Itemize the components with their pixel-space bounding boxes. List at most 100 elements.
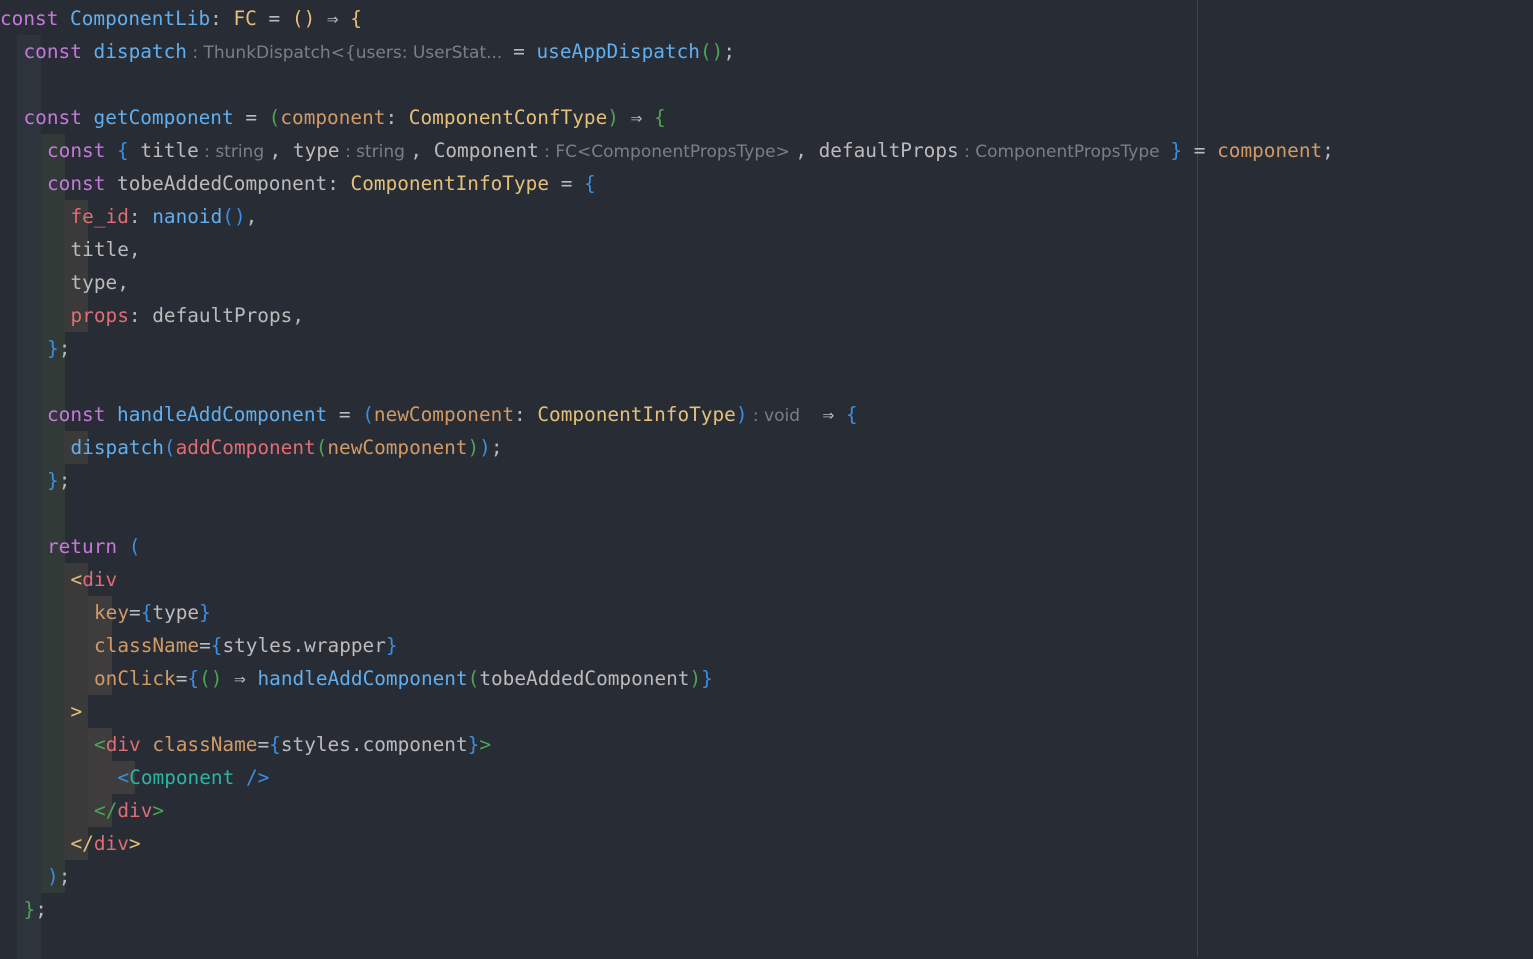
code-token: const xyxy=(47,172,118,195)
code-token: } xyxy=(701,667,713,690)
code-text: return ( xyxy=(47,530,140,563)
indent-guide xyxy=(17,530,41,563)
code-token: props xyxy=(70,304,129,327)
code-line[interactable] xyxy=(0,365,1533,398)
code-token: handleAddComponent xyxy=(117,403,328,426)
code-line[interactable] xyxy=(0,497,1533,530)
code-text: props: defaultProps, xyxy=(71,299,305,332)
code-token: < xyxy=(117,766,130,789)
code-line[interactable]: const ComponentLib: FC = () ⇒ { xyxy=(0,2,1533,35)
indent-guide xyxy=(17,596,41,629)
type-hint: : void xyxy=(747,406,811,426)
type-hint: : ComponentPropsType xyxy=(958,142,1171,162)
code-token: ( xyxy=(268,106,281,129)
code-token: getComponent xyxy=(93,106,234,129)
code-text: const ComponentLib: FC = () ⇒ { xyxy=(0,2,362,35)
code-token: = xyxy=(513,40,537,63)
code-text: </div> xyxy=(94,794,164,827)
code-line[interactable] xyxy=(0,926,1533,959)
code-token: < xyxy=(70,568,83,591)
code-line[interactable]: const getComponent = (component: Compone… xyxy=(0,101,1533,134)
indent-guide xyxy=(17,332,41,365)
code-line[interactable]: }; xyxy=(0,332,1533,365)
code-line[interactable]: }; xyxy=(0,464,1533,497)
code-token: return xyxy=(47,535,129,558)
code-text: const handleAddComponent = (newComponent… xyxy=(47,398,858,433)
code-token: const xyxy=(23,106,94,129)
code-token: styles.wrapper xyxy=(222,634,386,657)
code-token: const xyxy=(47,139,118,162)
code-line[interactable]: const dispatch : ThunkDispatch<{users: U… xyxy=(0,35,1533,68)
indent-guide xyxy=(64,629,88,662)
code-token: ComponentLib xyxy=(70,7,211,30)
indent-guide xyxy=(17,365,41,398)
code-token: ; xyxy=(723,40,735,63)
code-editor[interactable]: const ComponentLib: FC = () ⇒ {const dis… xyxy=(0,0,1533,959)
code-token: = xyxy=(1182,139,1218,162)
code-line[interactable]: <Component /> xyxy=(0,761,1533,794)
code-token: < xyxy=(94,733,106,756)
code-text: const getComponent = (component: Compone… xyxy=(24,101,666,134)
indent-guide xyxy=(40,431,65,464)
indent-guide xyxy=(17,827,41,860)
code-line[interactable] xyxy=(0,68,1533,101)
code-token: className xyxy=(152,733,258,756)
code-line[interactable]: key={type} xyxy=(0,596,1533,629)
code-line[interactable]: title, xyxy=(0,233,1533,266)
code-token: = xyxy=(256,7,292,30)
code-token: key xyxy=(94,601,130,624)
code-text: </div> xyxy=(71,827,141,860)
code-token: ⇒ xyxy=(810,403,846,426)
code-token: { xyxy=(845,403,858,426)
code-text: }; xyxy=(24,893,47,926)
indent-guide xyxy=(40,794,65,827)
code-line[interactable]: type, xyxy=(0,266,1533,299)
code-line[interactable]: return ( xyxy=(0,530,1533,563)
code-token: Component xyxy=(433,139,539,162)
code-token: , xyxy=(795,139,819,162)
code-token: = xyxy=(233,106,269,129)
code-line[interactable]: const tobeAddedComponent: ComponentInfoT… xyxy=(0,167,1533,200)
code-token: { xyxy=(210,634,223,657)
code-token: { xyxy=(584,172,596,195)
code-token: , xyxy=(269,139,293,162)
code-line[interactable]: props: defaultProps, xyxy=(0,299,1533,332)
code-line[interactable]: className={styles.wrapper} xyxy=(0,629,1533,662)
code-line[interactable]: const { title : string , type : string ,… xyxy=(0,134,1533,167)
indent-guide xyxy=(64,662,88,695)
indent-guide xyxy=(17,728,41,761)
code-token: dispatch xyxy=(93,40,187,63)
code-line[interactable]: fe_id: nanoid(), xyxy=(0,200,1533,233)
code-token: , xyxy=(128,238,141,261)
indent-guide xyxy=(17,167,41,200)
code-line[interactable]: ); xyxy=(0,860,1533,893)
code-token: : xyxy=(128,304,153,327)
indent-guide xyxy=(17,68,41,101)
code-token: } xyxy=(385,634,398,657)
code-line[interactable]: }; xyxy=(0,893,1533,926)
code-line[interactable]: <div className={styles.component}> xyxy=(0,728,1533,761)
code-token: ; xyxy=(35,898,47,921)
code-token: div xyxy=(93,832,129,855)
code-text: <div xyxy=(71,563,118,596)
code-line[interactable]: </div> xyxy=(0,827,1533,860)
code-text: }; xyxy=(47,332,70,365)
code-line[interactable]: <div xyxy=(0,563,1533,596)
code-token: Component xyxy=(129,766,246,789)
code-token: , xyxy=(292,304,305,327)
code-token: </ xyxy=(70,832,94,855)
code-line[interactable]: </div> xyxy=(0,794,1533,827)
code-text: className={styles.wrapper} xyxy=(94,629,398,662)
code-line[interactable]: onClick={() ⇒ handleAddComponent(tobeAdd… xyxy=(0,662,1533,695)
code-token: = xyxy=(199,634,211,657)
code-line[interactable]: > xyxy=(0,695,1533,728)
code-line[interactable]: dispatch(addComponent(newComponent)); xyxy=(0,431,1533,464)
indent-guide xyxy=(17,497,41,530)
code-token: : xyxy=(327,172,351,195)
code-token: newComponent xyxy=(373,403,514,426)
code-token: div xyxy=(105,733,153,756)
code-line[interactable]: const handleAddComponent = (newComponent… xyxy=(0,398,1533,431)
indent-guide xyxy=(17,662,41,695)
indent-guide xyxy=(40,728,65,761)
code-token: () xyxy=(222,205,246,228)
